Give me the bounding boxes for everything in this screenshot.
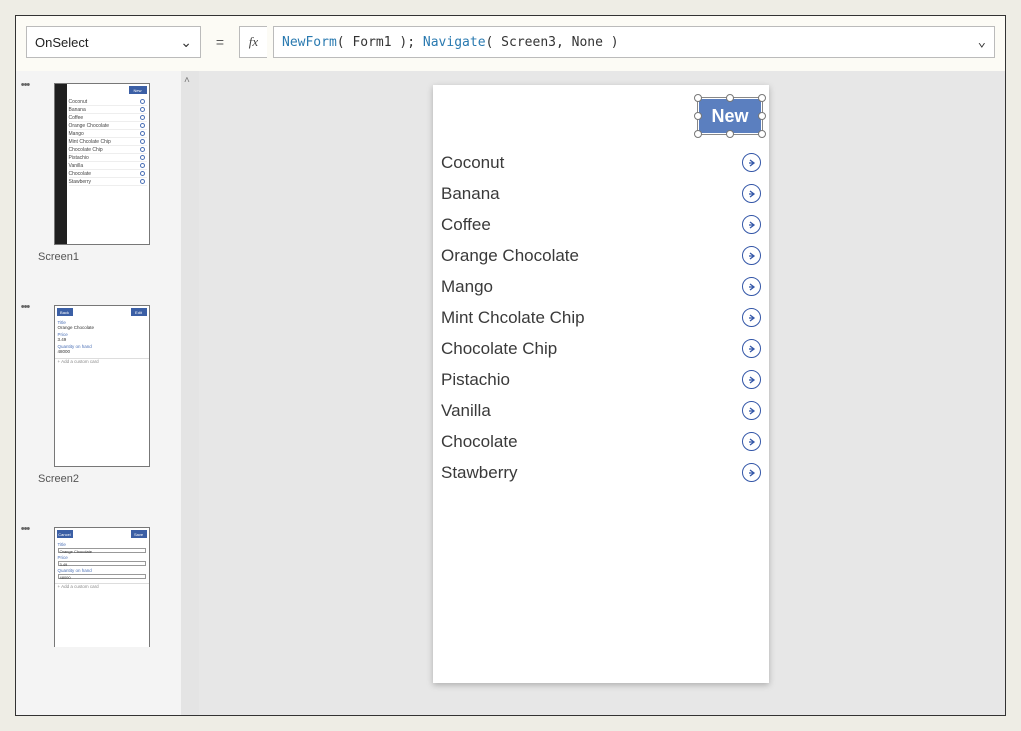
list-item[interactable]: Coconut [437,147,765,178]
arrow-right-icon[interactable] [742,308,761,327]
thumb-list-item: Coffee [69,114,147,122]
arrow-right-icon[interactable] [742,339,761,358]
thumb-wrap-1: ••• New CoconutBananaCoffeeOrange Chocol… [16,71,181,279]
arrow-right-icon [140,155,145,160]
screen-thumbnails-pane: ••• New CoconutBananaCoffeeOrange Chocol… [16,71,181,715]
arrow-right-icon[interactable] [742,153,761,172]
arrow-right-icon [140,99,145,104]
formula-text: NewForm( Form1 ); Navigate( Screen3, Non… [282,35,619,50]
thumb-list-item: Stawberry [69,178,147,186]
list-item[interactable]: Vanilla [437,395,765,426]
arrow-right-icon[interactable] [742,277,761,296]
thumb-cancel-button: Cancel [57,530,73,538]
formula-input[interactable]: NewForm( Form1 ); Navigate( Screen3, Non… [273,26,995,58]
chevron-down-icon[interactable]: ⌄ [978,34,986,50]
list-item[interactable]: Stawberry [437,457,765,488]
property-select-value: OnSelect [35,35,88,50]
arrow-right-icon [140,131,145,136]
arrow-right-icon[interactable] [742,184,761,203]
arrow-right-icon [140,163,145,168]
thumb-list-item: Mint Chcolate Chip [69,138,147,146]
design-canvas[interactable]: New Coconut Banana Coffee Orange Chocolate M… [199,71,1005,715]
thumb-label-1: Screen1 [38,251,169,263]
scrollbar[interactable]: ˄ [181,71,199,715]
equals-label: = [207,26,233,58]
more-icon[interactable]: ••• [18,301,32,313]
thumb-wrap-3: ••• Cancel Save Title Orange Chocolate P… [16,515,181,665]
thumb-list-item: Vanilla [69,162,147,170]
list-item[interactable]: Orange Chocolate [437,240,765,271]
arrow-right-icon[interactable] [742,463,761,482]
list-item-label: Banana [441,184,500,204]
content-area: ••• New CoconutBananaCoffeeOrange Chocol… [16,71,1005,715]
arrow-right-icon [140,179,145,184]
gallery-list: Coconut Banana Coffee Orange Chocolate Mango… [437,147,765,488]
thumb-list-item: Chocolate [69,170,147,178]
list-item-label: Chocolate Chip [441,339,557,359]
thumb-save-button: Save [131,530,147,538]
app-screen: New Coconut Banana Coffee Orange Chocolate M… [433,85,769,683]
list-item-label: Orange Chocolate [441,246,579,266]
thumb-edit-button: Edit [131,308,147,316]
arrow-right-icon [140,115,145,120]
thumb-label-2: Screen2 [38,473,169,485]
thumb-wrap-2: ••• Back Edit Title Orange Chocolate Pri… [16,293,181,501]
app-frame: OnSelect ⌄ = fx NewForm( Form1 ); Naviga… [15,15,1006,716]
new-button[interactable]: New [699,99,761,133]
list-item[interactable]: Chocolate Chip [437,333,765,364]
list-item[interactable]: Chocolate [437,426,765,457]
chevron-up-icon[interactable]: ˄ [184,75,190,86]
list-item[interactable]: Pistachio [437,364,765,395]
thumb-back-button: Back [57,308,73,316]
list-item-label: Pistachio [441,370,510,390]
formula-bar: OnSelect ⌄ = fx NewForm( Form1 ); Naviga… [16,16,1005,58]
arrow-right-icon[interactable] [742,370,761,389]
list-item[interactable]: Banana [437,178,765,209]
arrow-right-icon [140,139,145,144]
screen-thumbnail-1[interactable]: New CoconutBananaCoffeeOrange ChocolateM… [54,83,150,245]
list-item-label: Stawberry [441,463,518,483]
thumb-list-item: Orange Chocolate [69,122,147,130]
thumb-list-item: Mango [69,130,147,138]
arrow-right-icon [140,123,145,128]
thumb-list-item: Chocolate Chip [69,146,147,154]
list-item-label: Vanilla [441,401,491,421]
list-item-label: Coconut [441,153,504,173]
arrow-right-icon[interactable] [742,215,761,234]
thumb-list-item: Banana [69,106,147,114]
arrow-right-icon[interactable] [742,432,761,451]
list-item-label: Mint Chcolate Chip [441,308,585,328]
property-select[interactable]: OnSelect ⌄ [26,26,201,58]
list-item[interactable]: Coffee [437,209,765,240]
chevron-down-icon: ⌄ [180,34,192,51]
thumb-new-button: New [129,86,147,94]
list-item-label: Chocolate [441,432,518,452]
screen-thumbnail-3[interactable]: Cancel Save Title Orange Chocolate Price… [54,527,150,647]
thumb-list-item: Pistachio [69,154,147,162]
arrow-right-icon [140,147,145,152]
list-item-label: Coffee [441,215,491,235]
arrow-right-icon [140,171,145,176]
list-item[interactable]: Mango [437,271,765,302]
list-item[interactable]: Mint Chcolate Chip [437,302,765,333]
arrow-right-icon [140,107,145,112]
more-icon[interactable]: ••• [18,79,32,91]
more-icon[interactable]: ••• [18,523,32,535]
arrow-right-icon[interactable] [742,246,761,265]
arrow-right-icon[interactable] [742,401,761,420]
list-item-label: Mango [441,277,493,297]
thumb-list-item: Coconut [69,98,147,106]
fx-icon[interactable]: fx [239,26,267,58]
screen-thumbnail-2[interactable]: Back Edit Title Orange Chocolate Price 3… [54,305,150,467]
